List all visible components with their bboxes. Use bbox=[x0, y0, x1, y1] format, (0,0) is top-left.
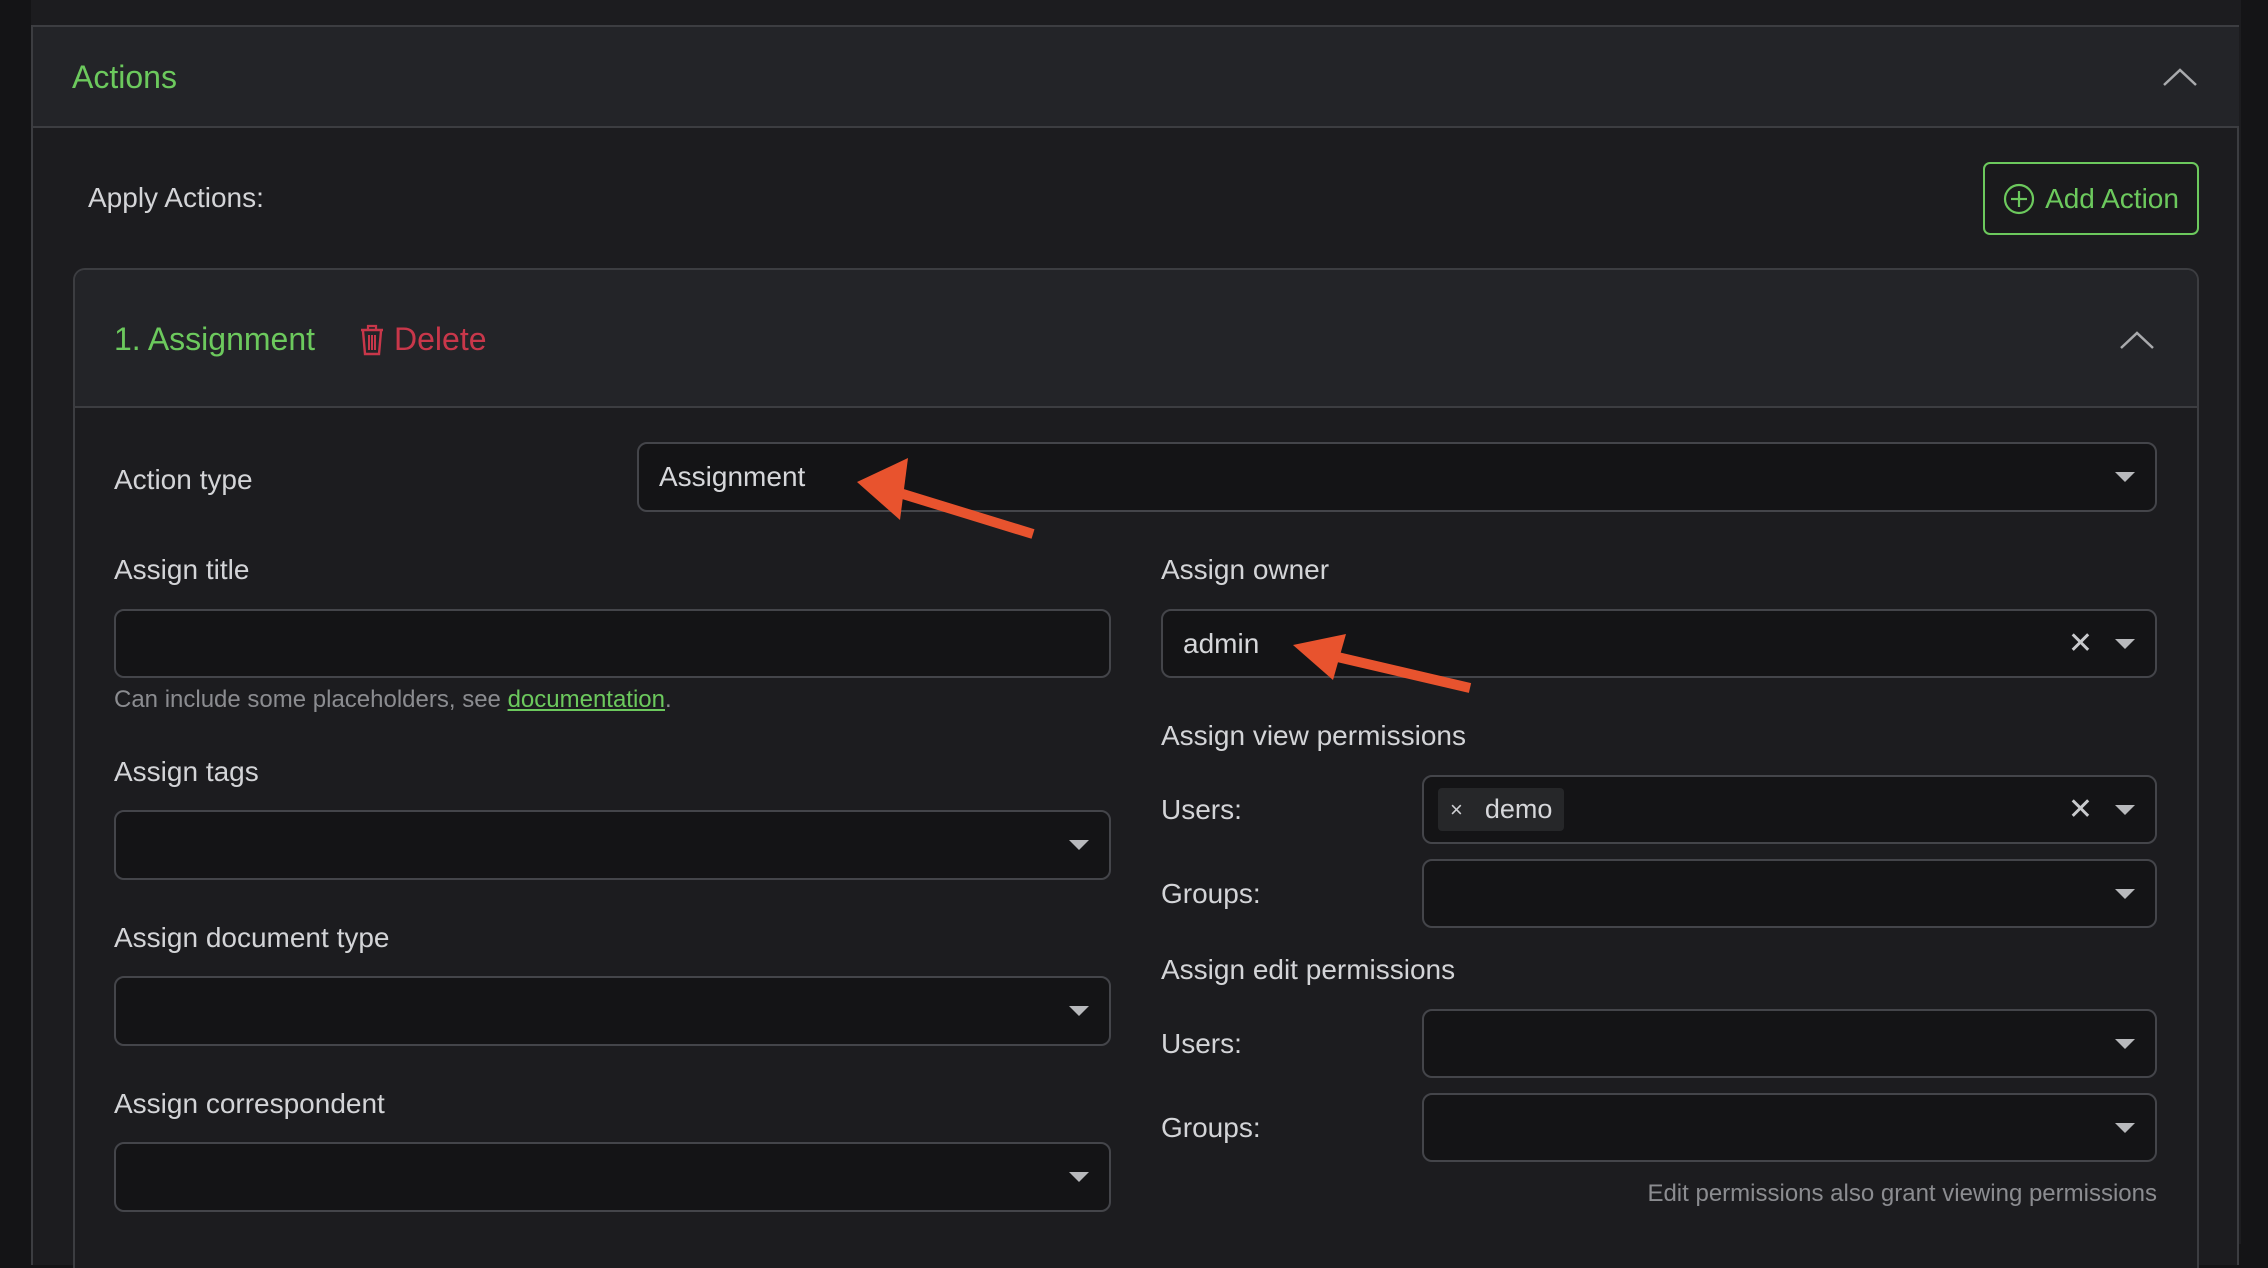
chevron-up-icon[interactable] bbox=[2119, 330, 2155, 350]
view-permissions-label: Assign view permissions bbox=[1161, 720, 1466, 751]
action-title: 1. Assignment bbox=[114, 321, 315, 357]
trash-icon bbox=[361, 324, 383, 355]
view-users-label: Users: bbox=[1161, 794, 1242, 825]
assign-correspondent-select[interactable] bbox=[114, 1142, 1111, 1212]
add-action-button[interactable]: Add Action bbox=[1983, 162, 2199, 235]
clear-icon[interactable]: ✕ bbox=[2068, 794, 2093, 825]
edit-users-select[interactable] bbox=[1422, 1009, 2157, 1078]
help-suffix: . bbox=[665, 686, 672, 713]
actions-title: Actions bbox=[72, 59, 177, 95]
view-groups-select[interactable] bbox=[1422, 859, 2157, 928]
edit-permissions-label: Assign edit permissions bbox=[1161, 954, 1456, 985]
caret-down-icon[interactable] bbox=[1069, 840, 1089, 850]
action-type-value: Assignment bbox=[659, 461, 806, 492]
caret-down-icon[interactable] bbox=[1069, 1172, 1089, 1182]
caret-down-icon[interactable] bbox=[2115, 888, 2135, 899]
edit-users-label: Users: bbox=[1161, 1028, 1242, 1059]
caret-down-icon[interactable] bbox=[2115, 1122, 2135, 1133]
assign-tags-label: Assign tags bbox=[114, 756, 259, 787]
chip-label: demo bbox=[1484, 794, 1553, 824]
chevron-up-icon[interactable] bbox=[2162, 67, 2198, 87]
caret-down-icon[interactable] bbox=[2115, 472, 2135, 482]
add-action-label: Add Action bbox=[2045, 182, 2179, 214]
assign-owner-value: admin bbox=[1183, 627, 1260, 659]
action-type-label: Action type bbox=[114, 464, 253, 495]
edit-groups-select[interactable] bbox=[1422, 1093, 2157, 1162]
assign-correspondent-label: Assign correspondent bbox=[114, 1088, 385, 1119]
caret-down-icon[interactable] bbox=[2115, 1038, 2135, 1049]
assign-owner-select[interactable]: admin ✕ bbox=[1161, 609, 2157, 678]
assign-owner-label: Assign owner bbox=[1161, 554, 1330, 585]
assign-title-help: Can include some placeholders, see docum… bbox=[114, 686, 672, 714]
caret-down-icon[interactable] bbox=[1069, 1006, 1089, 1016]
view-groups-label: Groups: bbox=[1161, 878, 1261, 909]
remove-chip-icon[interactable]: × bbox=[1450, 797, 1463, 823]
user-chip-demo: × demo bbox=[1438, 788, 1565, 831]
caret-down-icon[interactable] bbox=[2115, 804, 2135, 815]
assign-tags-select[interactable] bbox=[114, 810, 1111, 880]
edit-permissions-note: Edit permissions also grant viewing perm… bbox=[1647, 1180, 2157, 1207]
delete-action-button[interactable]: Delete bbox=[358, 321, 487, 358]
delete-label: Delete bbox=[394, 321, 487, 357]
view-users-select[interactable]: × demo ✕ bbox=[1422, 775, 2157, 844]
edit-groups-label: Groups: bbox=[1161, 1112, 1261, 1143]
documentation-link[interactable]: documentation bbox=[508, 686, 665, 713]
actions-card-header[interactable] bbox=[33, 27, 2239, 128]
caret-down-icon[interactable] bbox=[2115, 638, 2135, 649]
assign-document-type-select[interactable] bbox=[114, 976, 1111, 1046]
assign-document-type-label: Assign document type bbox=[114, 922, 390, 953]
help-text: Can include some placeholders, see bbox=[114, 686, 508, 713]
assign-title-label: Assign title bbox=[114, 554, 250, 585]
apply-actions-label: Apply Actions: bbox=[88, 182, 264, 213]
plus-circle-icon bbox=[2003, 183, 2035, 214]
assign-title-input[interactable] bbox=[114, 609, 1111, 678]
action-type-select[interactable]: Assignment bbox=[637, 442, 2157, 512]
clear-icon[interactable]: ✕ bbox=[2068, 628, 2093, 659]
